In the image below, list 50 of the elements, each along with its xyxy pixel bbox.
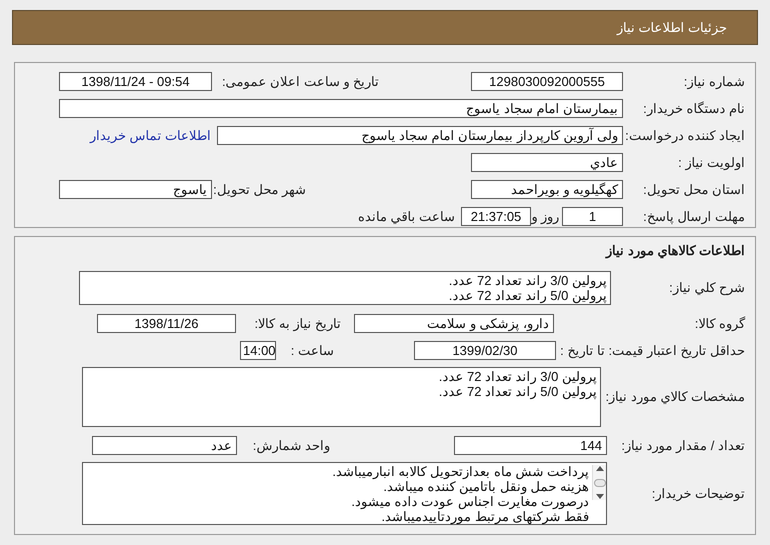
section-title: اطلاعات کالاهاي مورد نیاز bbox=[604, 242, 745, 260]
text-area[interactable]: پرولین 3/0 راند تعداد 72 عدد. پرولین 5/0 راند تعداد 72 عدد. bbox=[82, 367, 601, 427]
field-label: تاریخ نیاز به کالا: bbox=[254, 316, 341, 330]
field-label: گروه کالا: bbox=[694, 314, 745, 334]
scrollbar-drawing bbox=[592, 465, 606, 500]
field-label: مهلت ارسال پاسخ: bbox=[642, 208, 745, 226]
text-field[interactable]: 1298030092000555 bbox=[471, 72, 623, 91]
field-label: ساعت : bbox=[290, 342, 334, 358]
field-label: اولویت نیاز : bbox=[677, 154, 745, 172]
text-line: هزینه حمل ونقل باتامین کننده میباشد. bbox=[383, 479, 589, 494]
field-label: واحد شمارش: bbox=[252, 438, 330, 452]
text-area[interactable]: پرداخت شش ماه بعدازتحویل کالابه انبارمیباشد. هزینه حمل ونقل باتامین کننده میباشد. درصورت مغایرت اجناس عودت داده میشود. فقط شرکتهای مرتبط موردتاییدمیباشد. bbox=[82, 462, 607, 525]
field-label: تاریخ و ساعت اعلان عمومی: bbox=[222, 74, 379, 88]
field-label: شهر محل تحویل: bbox=[213, 182, 306, 196]
text-line: فقط شرکتهای مرتبط موردتاییدمیباشد. bbox=[382, 509, 589, 524]
text-field[interactable]: یاسوج bbox=[59, 180, 212, 199]
text-line: پرداخت شش ماه بعدازتحویل کالابه انبارمیباشد. bbox=[332, 464, 589, 479]
buyer-contact-link[interactable]: اطلاعات تماس خریدار bbox=[90, 126, 211, 146]
text-line: پرولین 3/0 راند تعداد 72 عدد. bbox=[438, 369, 597, 384]
field-label: نام دستگاه خریدار: bbox=[642, 100, 745, 118]
text-area[interactable]: پرولین 3/0 راند تعداد 72 عدد. پرولین 5/0 راند تعداد 72 عدد. bbox=[79, 271, 611, 305]
text-line: پرولین 3/0 راند تعداد 72 عدد. bbox=[448, 273, 607, 288]
field-label: شرح کلي نیاز: bbox=[668, 279, 745, 298]
text-field[interactable]: عدد bbox=[92, 436, 237, 455]
field-label: تا تاریخ : bbox=[559, 342, 605, 360]
text-field[interactable]: 1398/11/24 - 09:54 bbox=[59, 72, 212, 91]
text-field[interactable]: 144 bbox=[454, 436, 607, 455]
field-label: ایجاد کننده درخواست: bbox=[624, 126, 745, 146]
field-label: روز و bbox=[531, 208, 559, 226]
text-line: پرولین 5/0 راند تعداد 72 عدد. bbox=[438, 384, 597, 399]
text-field[interactable]: 21:37:05 bbox=[461, 207, 531, 226]
text-field[interactable]: عادي bbox=[471, 153, 623, 172]
field-label: توضیحات خریدار: bbox=[650, 484, 745, 504]
field-label: تعداد / مقدار مورد نیاز: bbox=[620, 436, 745, 456]
field-label: مشخصات کالاي مورد نیاز: bbox=[604, 388, 745, 406]
text-line: پرولین 5/0 راند تعداد 72 عدد. bbox=[448, 288, 607, 303]
field-label: حداقل تاریخ اعتبار قیمت: bbox=[608, 342, 745, 360]
text-field[interactable]: 14:00 bbox=[240, 341, 276, 360]
text-field[interactable]: 1398/11/26 bbox=[97, 314, 236, 333]
text-field[interactable]: 1399/02/30 bbox=[414, 341, 556, 360]
field-label: ساعت باقي مانده bbox=[358, 208, 455, 226]
field-label: شماره نیاز: bbox=[682, 72, 745, 92]
text-field[interactable]: ولی آروین کارپرداز بیمارستان امام سجاد یاسوج bbox=[217, 126, 623, 145]
text-field[interactable]: دارو، پزشکی و سلامت bbox=[354, 314, 554, 333]
page-title: جزئیات اطلاعات نیاز bbox=[616, 18, 727, 38]
text-field[interactable]: کهگیلویه و بویراحمد bbox=[471, 180, 623, 199]
text-field[interactable]: بیمارستان امام سجاد یاسوج bbox=[59, 99, 623, 118]
text-line: درصورت مغایرت اجناس عودت داده میشود. bbox=[350, 494, 589, 509]
field-label: استان محل تحویل: bbox=[642, 180, 745, 200]
text-field[interactable]: 1 bbox=[562, 207, 623, 226]
